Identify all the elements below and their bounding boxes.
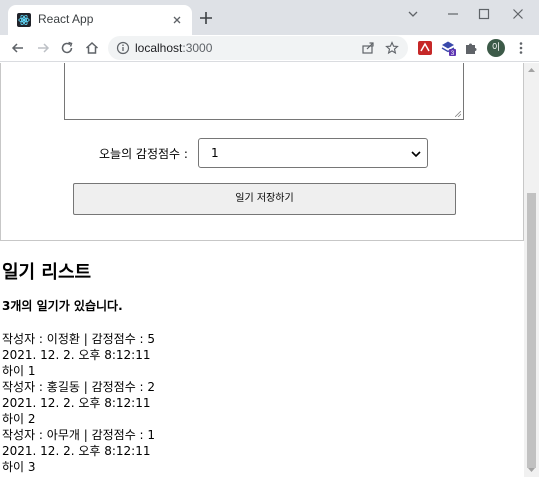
tab-title: React App	[38, 12, 94, 26]
tab-strip: React App	[0, 0, 539, 35]
extension-layers-icon[interactable]: 3	[440, 40, 456, 56]
info-icon[interactable]	[116, 41, 130, 55]
close-icon[interactable]	[170, 13, 184, 27]
diary-editor: 오늘의 감정점수 : 1 일기 저장하기	[0, 63, 524, 241]
extension-red-icon[interactable]	[417, 40, 433, 56]
diary-list: 작성자 : 이정환 | 감정점수 : 5 2021. 12. 2. 오후 8:1…	[2, 331, 522, 475]
forward-arrow-icon[interactable]	[35, 40, 51, 56]
avatar[interactable]: 이	[487, 39, 505, 57]
scrollbar-thumb[interactable]	[527, 193, 536, 468]
url-text: localhost:3000	[135, 41, 212, 55]
diary-item: 작성자 : 아무개 | 감정점수 : 1 2021. 12. 2. 오후 8:1…	[2, 427, 522, 475]
new-tab-icon[interactable]	[198, 10, 214, 26]
diary-item-meta: 작성자 : 홍길동 | 감정점수 : 2	[2, 380, 156, 394]
page-viewport: 오늘의 감정점수 : 1 일기 저장하기 일기 리스트 3개의 일기가 있습니다…	[0, 63, 524, 477]
kebab-menu-icon[interactable]	[513, 40, 529, 56]
page-scrollbar[interactable]	[524, 63, 539, 477]
chevron-down-icon	[411, 151, 421, 158]
home-icon[interactable]	[84, 40, 100, 56]
list-count: 3개의 일기가 있습니다.	[2, 299, 123, 313]
content-textarea[interactable]	[64, 63, 464, 120]
diary-item-date: 2021. 12. 2. 오후 8:12:11	[2, 348, 151, 362]
reload-icon[interactable]	[59, 40, 75, 56]
close-window-icon[interactable]	[510, 6, 526, 22]
save-button[interactable]: 일기 저장하기	[73, 183, 456, 215]
maximize-icon[interactable]	[476, 6, 492, 22]
react-logo-icon	[17, 13, 31, 27]
save-button-label: 일기 저장하기	[235, 193, 294, 204]
address-bar[interactable]: localhost:3000	[108, 36, 408, 60]
diary-item-date: 2021. 12. 2. 오후 8:12:11	[2, 444, 151, 458]
diary-item-meta: 작성자 : 이정환 | 감정점수 : 5	[2, 332, 156, 346]
emotion-select-value: 1	[211, 146, 219, 160]
minimize-icon[interactable]	[445, 6, 461, 22]
chevron-down-icon[interactable]	[405, 6, 421, 22]
url-host: localhost	[135, 41, 183, 55]
emotion-label: 오늘의 감정점수 :	[99, 147, 188, 161]
diary-item: 작성자 : 이정환 | 감정점수 : 5 2021. 12. 2. 오후 8:1…	[2, 331, 522, 379]
diary-item-meta: 작성자 : 아무개 | 감정점수 : 1	[2, 428, 156, 442]
share-icon[interactable]	[361, 41, 375, 55]
url-port: :3000	[182, 41, 213, 55]
resize-handle-icon[interactable]	[455, 111, 461, 117]
tab-react-app[interactable]: React App	[8, 5, 192, 35]
diary-item: 작성자 : 홍길동 | 감정점수 : 2 2021. 12. 2. 오후 8:1…	[2, 379, 522, 427]
diary-item-date: 2021. 12. 2. 오후 8:12:11	[2, 396, 151, 410]
list-title: 일기 리스트	[2, 262, 92, 283]
scroll-down-arrow-icon[interactable]	[527, 466, 536, 474]
bookmark-star-icon[interactable]	[385, 41, 399, 55]
back-arrow-icon[interactable]	[10, 40, 26, 56]
puzzle-icon[interactable]	[463, 40, 479, 56]
browser-toolbar: localhost:3000 3 이	[0, 35, 539, 62]
emotion-select[interactable]: 1	[198, 138, 428, 168]
diary-item-content: 하이 2	[2, 412, 36, 426]
scroll-up-arrow-icon[interactable]	[527, 66, 536, 74]
diary-item-content: 하이 3	[2, 460, 36, 474]
diary-item-content: 하이 1	[2, 364, 36, 378]
